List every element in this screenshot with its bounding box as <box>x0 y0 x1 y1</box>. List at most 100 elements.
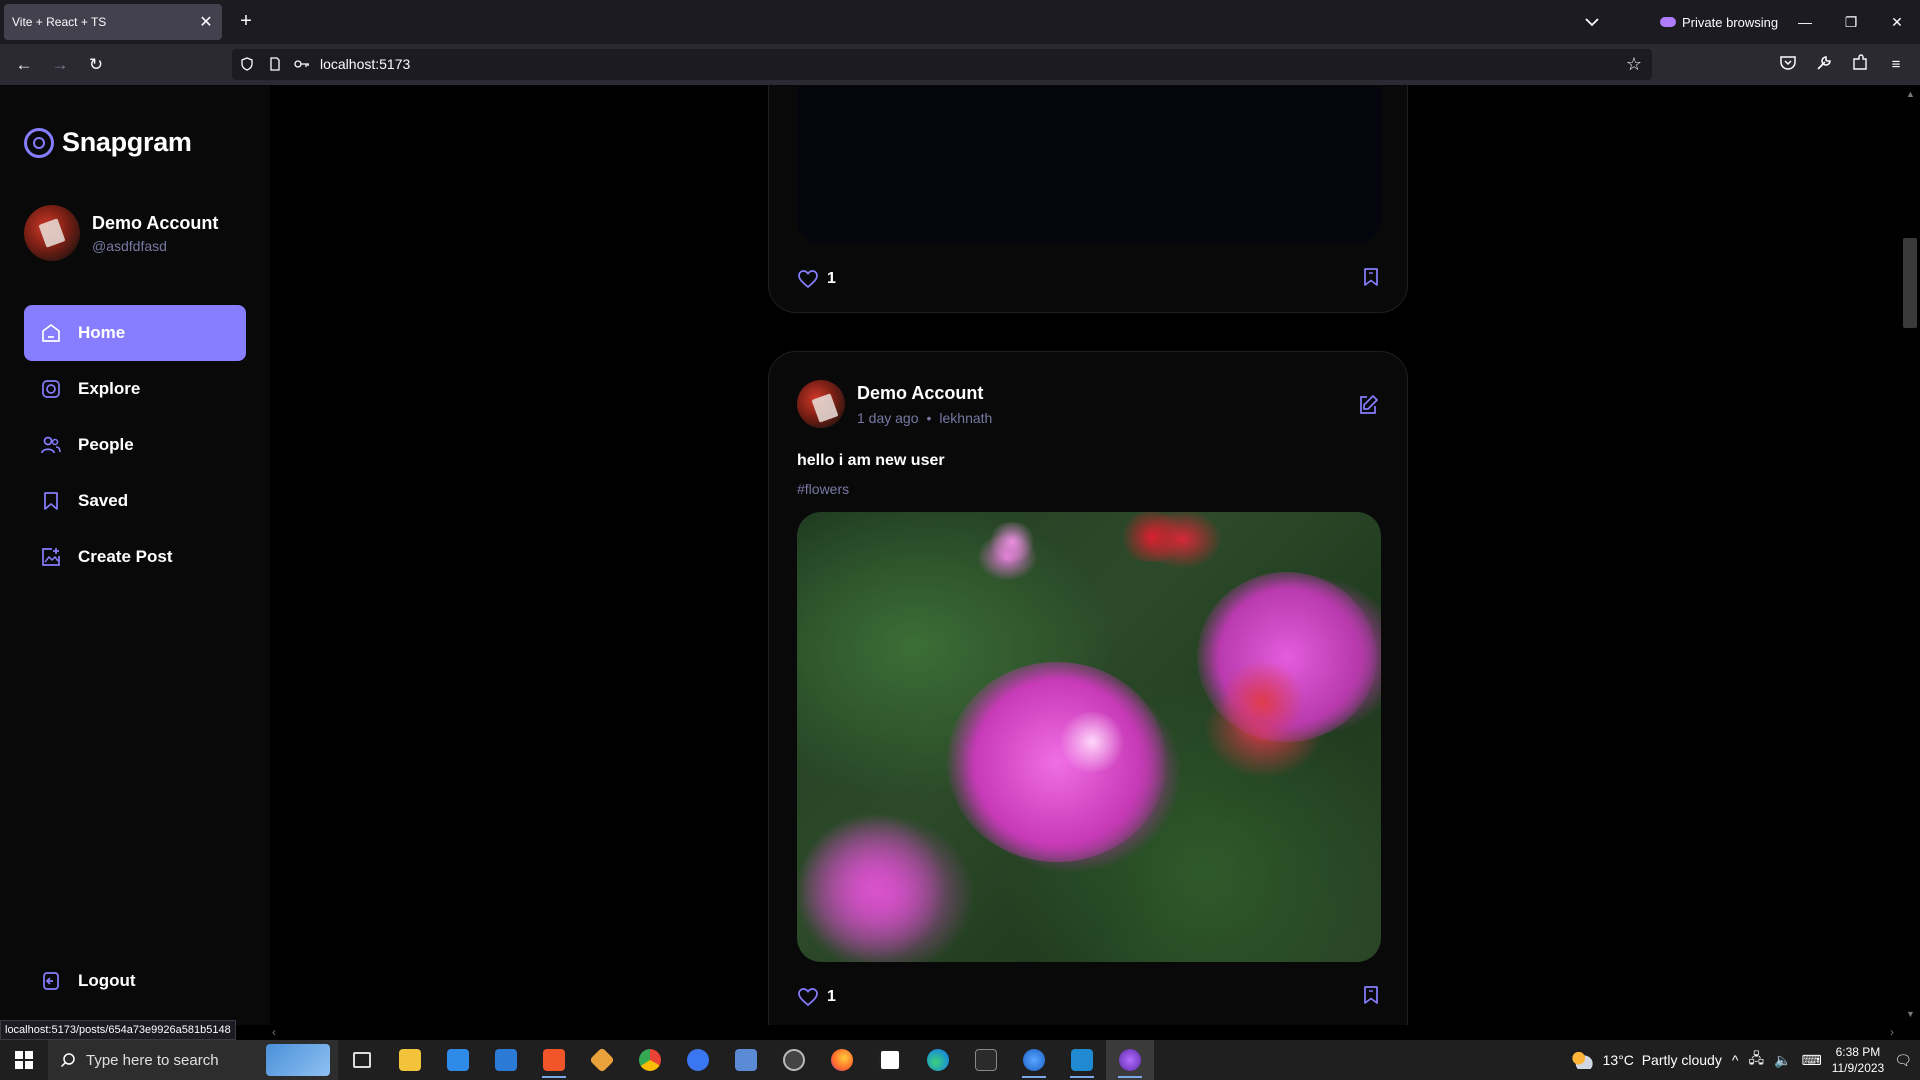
brave-browser-icon[interactable] <box>530 1040 578 1080</box>
firefox-private-icon[interactable] <box>1106 1040 1154 1080</box>
post-author[interactable]: Demo Account <box>857 383 992 404</box>
scroll-right-icon[interactable]: › <box>1890 1025 1894 1039</box>
minimize-icon[interactable]: — <box>1790 8 1820 36</box>
back-arrow-icon[interactable]: ← <box>10 52 38 78</box>
reload-icon[interactable]: ↻ <box>82 52 110 78</box>
horizontal-scrollbar[interactable]: ‹ › <box>270 1025 1900 1039</box>
app-viewport: Snapgram Demo Account @asdfdfasd Home Ex… <box>0 85 1920 1025</box>
explore-icon <box>40 378 62 400</box>
like-button[interactable]: 1 <box>797 269 836 289</box>
sidebar-item-explore[interactable]: Explore <box>24 361 246 417</box>
network-icon[interactable]: 🖧 <box>1748 1048 1764 1072</box>
bookmark-icon <box>1364 267 1378 286</box>
avatar[interactable] <box>797 380 845 428</box>
browser-tab[interactable]: Vite + React + TS ✕ <box>4 4 222 40</box>
post-location: lekhnath <box>939 409 993 426</box>
url-bar[interactable]: localhost:5173 ☆ <box>232 49 1652 80</box>
bookmark-icon <box>40 490 62 512</box>
profile-handle: @asdfdfasd <box>92 237 167 254</box>
post-image[interactable] <box>797 86 1381 244</box>
terminal-icon[interactable] <box>962 1040 1010 1080</box>
sidebar-item-saved[interactable]: Saved <box>24 473 246 529</box>
post-image[interactable] <box>797 512 1381 962</box>
notion-icon[interactable] <box>866 1040 914 1080</box>
save-post-button[interactable] <box>1361 984 1381 1011</box>
signal-icon[interactable] <box>674 1040 722 1080</box>
home-feed: 1 Demo Account 1 day ago • lekhnath hell… <box>270 85 1900 1025</box>
sidebar-item-people[interactable]: People <box>24 417 246 473</box>
snapgram-logo-icon <box>24 127 54 158</box>
vertical-scrollbar[interactable]: ▲ ▼ <box>1900 85 1920 1025</box>
url-text[interactable]: localhost:5173 <box>320 56 410 72</box>
private-browsing-indicator: Private browsing <box>1660 12 1778 32</box>
search-highlight-image <box>266 1044 330 1076</box>
user-profile-link[interactable]: Demo Account @asdfdfasd <box>24 205 218 261</box>
bookmark-star-icon[interactable]: ☆ <box>1626 54 1642 75</box>
logout-button[interactable]: Logout <box>24 953 246 1009</box>
chrome-icon[interactable] <box>626 1040 674 1080</box>
sidebar-item-home[interactable]: Home <box>24 305 246 361</box>
brand-name: Snapgram <box>62 127 192 157</box>
weather-text[interactable]: 13°C Partly cloudy <box>1603 1052 1722 1068</box>
task-view-icon[interactable] <box>338 1040 386 1080</box>
post-header: Demo Account 1 day ago • lekhnath <box>797 380 992 428</box>
obs-icon[interactable] <box>770 1040 818 1080</box>
extensions-icon[interactable] <box>1849 54 1871 76</box>
clock-date: 11/9/2023 <box>1831 1061 1885 1075</box>
edit-post-button[interactable] <box>1357 394 1379 416</box>
mail-icon[interactable] <box>482 1040 530 1080</box>
tab-close-icon[interactable]: ✕ <box>198 12 214 32</box>
search-icon <box>60 1053 75 1068</box>
bookmark-icon <box>1364 985 1378 1004</box>
close-window-icon[interactable]: ✕ <box>1882 8 1912 36</box>
taskbar-clock[interactable]: 6:38 PM 11/9/2023 <box>1832 1044 1885 1076</box>
like-count: 1 <box>827 270 836 287</box>
scroll-up-icon[interactable]: ▲ <box>1906 89 1915 99</box>
sidebar-nav: Home Explore People Saved Create Post <box>24 305 246 585</box>
firefox-dev-icon[interactable] <box>1010 1040 1058 1080</box>
save-post-button[interactable] <box>1361 266 1381 293</box>
file-explorer-icon[interactable] <box>386 1040 434 1080</box>
weather-icon[interactable] <box>1570 1051 1593 1069</box>
like-button[interactable]: 1 <box>797 987 836 1007</box>
edit-icon <box>1360 395 1378 414</box>
vscode-icon[interactable] <box>1058 1040 1106 1080</box>
taskbar-search[interactable]: Type here to search <box>48 1040 338 1080</box>
post-tag[interactable]: #flowers <box>797 481 849 497</box>
logout-icon <box>40 970 62 992</box>
page-icon[interactable] <box>268 57 282 71</box>
post-stats: 1 <box>797 984 1381 1010</box>
windows-start-button[interactable] <box>0 1040 48 1080</box>
wrench-icon[interactable] <box>1813 54 1835 76</box>
firefox-icon[interactable] <box>818 1040 866 1080</box>
ms-store-icon[interactable] <box>434 1040 482 1080</box>
key-icon[interactable] <box>294 57 310 71</box>
tab-list-chevron-icon[interactable] <box>1580 12 1604 32</box>
volume-icon[interactable]: 🔈 <box>1774 1052 1791 1069</box>
shield-icon[interactable] <box>240 57 254 71</box>
tray-expand-icon[interactable]: ^ <box>1732 1052 1739 1068</box>
forward-arrow-icon[interactable]: → <box>46 52 74 78</box>
private-mask-icon <box>1660 17 1676 27</box>
status-url: localhost:5173/posts/654a73e9926a581b514… <box>0 1020 236 1040</box>
notifications-icon[interactable]: 🗨 <box>1894 1052 1912 1069</box>
scroll-down-icon[interactable]: ▼ <box>1906 1009 1915 1019</box>
sidebar-item-label: Home <box>78 323 126 342</box>
post-time: 1 day ago <box>857 409 919 426</box>
sidebar-item-label: Explore <box>78 379 141 398</box>
edge-icon[interactable] <box>914 1040 962 1080</box>
avatar <box>24 205 80 261</box>
pocket-icon[interactable] <box>1777 54 1799 76</box>
scroll-thumb[interactable] <box>1903 238 1917 328</box>
keyboard-icon[interactable]: ⌨ <box>1802 1052 1822 1069</box>
scroll-left-icon[interactable]: ‹ <box>272 1025 276 1039</box>
menu-icon[interactable]: ≡ <box>1885 54 1907 76</box>
restore-icon[interactable]: ❐ <box>1836 8 1866 36</box>
remote-desktop-icon[interactable] <box>722 1040 770 1080</box>
sidebar-item-create-post[interactable]: Create Post <box>24 529 246 585</box>
new-tab-button[interactable]: + <box>234 10 258 34</box>
create-post-icon <box>40 546 62 568</box>
git-icon[interactable] <box>578 1040 626 1080</box>
heart-icon <box>798 270 818 289</box>
brand-logo[interactable]: Snapgram <box>24 127 192 158</box>
